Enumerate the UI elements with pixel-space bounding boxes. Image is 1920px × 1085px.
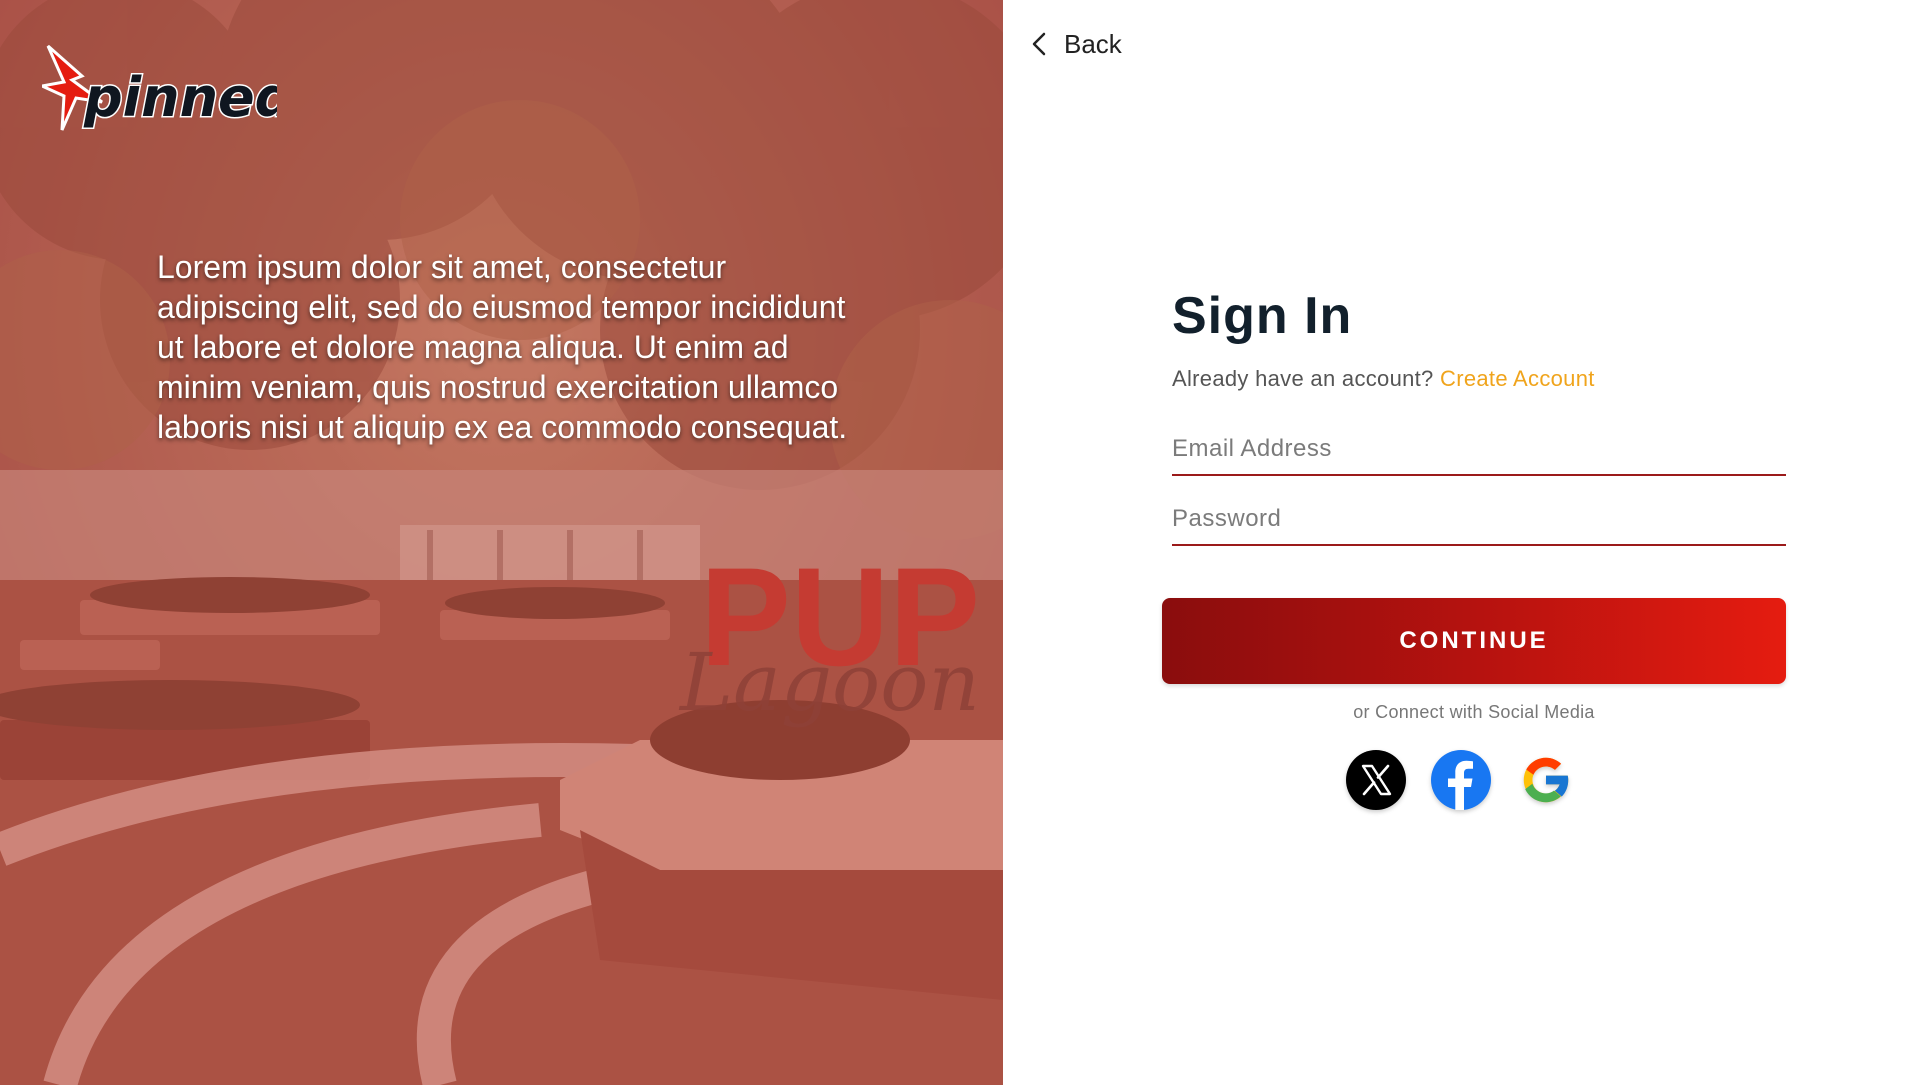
password-field[interactable] <box>1172 494 1786 546</box>
x-icon <box>1361 764 1392 796</box>
account-prompt: Already have an account? <box>1172 366 1434 391</box>
chevron-left-icon <box>1032 32 1046 56</box>
logo-wordmark: pinned <box>83 66 277 129</box>
hero-description: Lorem ipsum dolor sit amet, consectetur … <box>157 249 848 445</box>
account-prompt-line: Already have an account? Create Account <box>1172 366 1595 392</box>
back-button[interactable]: Back <box>1030 22 1122 66</box>
pinned-logo: pinned <box>42 44 277 131</box>
x-login-button[interactable] <box>1346 750 1406 810</box>
google-login-button[interactable] <box>1516 750 1576 810</box>
back-label: Back <box>1064 28 1122 59</box>
sign-in-page: PUP Lagoon pinned Lorem ipsum dolor sit … <box>0 0 1920 1085</box>
campus-photo: PUP Lagoon <box>0 0 1003 1085</box>
hero-panel: PUP Lagoon pinned Lorem ipsum dolor sit … <box>0 0 1003 1085</box>
create-account-link[interactable]: Create Account <box>1440 366 1595 391</box>
facebook-login-button[interactable] <box>1431 750 1491 810</box>
page-title: Sign In <box>1172 287 1353 345</box>
email-field[interactable] <box>1172 424 1786 476</box>
social-caption: or Connect with Social Media <box>1353 702 1595 722</box>
facebook-icon <box>1448 760 1473 810</box>
google-icon <box>1523 757 1570 803</box>
continue-button[interactable]: CONTINUE <box>1162 598 1786 684</box>
